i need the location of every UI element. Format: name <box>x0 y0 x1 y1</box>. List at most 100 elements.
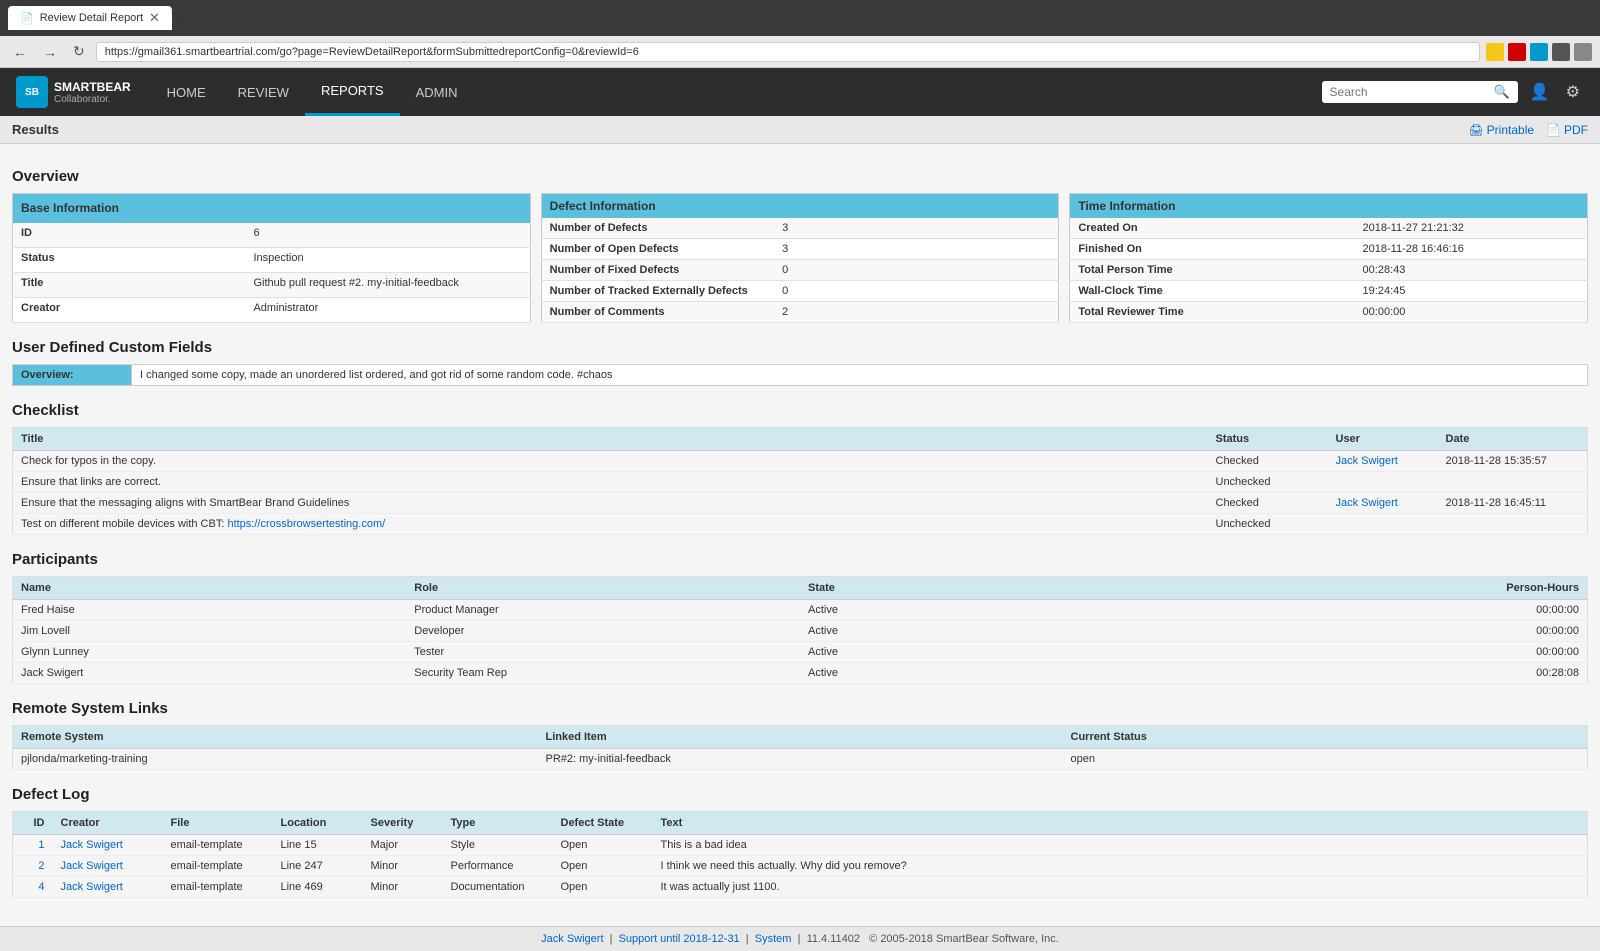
defect-creator-link[interactable]: Jack Swigert <box>61 839 123 851</box>
user-icon[interactable]: 👤 <box>1526 78 1554 106</box>
search-input[interactable] <box>1330 85 1490 99</box>
participant-name: Glynn Lunney <box>13 642 407 663</box>
time-info-table: Time Information Created On2018-11-27 21… <box>1069 193 1588 323</box>
field-label: ID <box>13 223 246 247</box>
forward-button[interactable]: → <box>38 42 62 62</box>
field-value: 0 <box>774 281 1059 302</box>
footer: Jack Swigert | Support until 2018-12-31 … <box>0 926 1600 951</box>
new-tab-button[interactable]: + <box>180 11 187 25</box>
footer-system-link[interactable]: System <box>755 933 792 945</box>
checklist-title-cell: Test on different mobile devices with CB… <box>13 514 1208 535</box>
checklist-date-cell: 2018-11-28 15:35:57 <box>1438 451 1588 472</box>
checklist-col-user: User <box>1328 428 1438 451</box>
footer-support-link[interactable]: Support until 2018-12-31 <box>619 933 740 945</box>
overview-section: Overview Base Information ID6 StatusInsp… <box>12 168 1588 323</box>
cbt-link[interactable]: https://crossbrowsertesting.com/ <box>227 518 385 530</box>
field-label: Wall-Clock Time <box>1070 281 1355 302</box>
table-row: Glynn Lunney Tester Active 00:00:00 <box>13 642 1588 663</box>
field-value: 2018-11-27 21:21:32 <box>1355 218 1588 239</box>
user-link[interactable]: Jack Swigert <box>1336 497 1398 509</box>
table-row: 4 Jack Swigert email-template Line 469 M… <box>13 877 1588 898</box>
defect-id-link[interactable]: 2 <box>38 860 44 872</box>
defect-file: email-template <box>163 856 273 877</box>
pdf-link[interactable]: 📄 PDF <box>1546 123 1588 137</box>
checklist-col-status: Status <box>1208 428 1328 451</box>
tab-close-button[interactable]: ✕ <box>149 10 160 26</box>
field-label: Total Person Time <box>1070 260 1355 281</box>
extension-icon-2[interactable] <box>1530 43 1548 61</box>
defect-file: email-template <box>163 877 273 898</box>
base-info-header: Base Information <box>13 194 531 223</box>
defect-id-link[interactable]: 1 <box>38 839 44 851</box>
defect-col-location: Location <box>273 812 363 835</box>
field-value: 6 <box>245 223 530 247</box>
defect-info-table: Defect Information Number of Defects3 Nu… <box>541 193 1060 323</box>
app-header: SB SMARTBEAR Collaborator. HOME REVIEW R… <box>0 68 1600 116</box>
table-row: StatusInspection <box>13 247 531 272</box>
back-button[interactable]: ← <box>8 42 32 62</box>
print-icon: 🖨 <box>1468 123 1483 137</box>
defect-log-title: Defect Log <box>12 786 1588 803</box>
header-right: 🔍 👤 ⚙ <box>1322 78 1584 106</box>
checklist-date-cell <box>1438 514 1588 535</box>
defect-state: Open <box>553 877 653 898</box>
custom-fields-section: User Defined Custom Fields Overview: I c… <box>12 339 1588 386</box>
search-box[interactable]: 🔍 <box>1322 81 1518 103</box>
nav-home[interactable]: HOME <box>151 68 222 116</box>
nav-admin[interactable]: ADMIN <box>400 68 474 116</box>
defect-creator: Jack Swigert <box>53 856 163 877</box>
defect-id: 2 <box>13 856 53 877</box>
checklist-section: Checklist Title Status User Date Check f… <box>12 402 1588 535</box>
nav-reports[interactable]: REPORTS <box>305 68 400 116</box>
defect-log-section: Defect Log ID Creator File Location Seve… <box>12 786 1588 898</box>
field-value: 2018-11-28 16:46:16 <box>1355 239 1588 260</box>
defect-creator-link[interactable]: Jack Swigert <box>61 881 123 893</box>
participant-hours: 00:28:08 <box>1194 663 1588 684</box>
checklist-title: Checklist <box>12 402 1588 419</box>
checklist-status-cell: Unchecked <box>1208 514 1328 535</box>
bookmark-icon[interactable] <box>1486 43 1504 61</box>
extension-icon-1[interactable] <box>1508 43 1526 61</box>
time-info-header: Time Information <box>1070 194 1588 219</box>
main-content: Overview Base Information ID6 StatusInsp… <box>0 144 1600 926</box>
table-row: Finished On2018-11-28 16:46:16 <box>1070 239 1588 260</box>
table-row: Number of Defects3 <box>541 218 1059 239</box>
defect-col-file: File <box>163 812 273 835</box>
search-button[interactable]: 🔍 <box>1494 84 1510 100</box>
participant-state: Active <box>800 621 1194 642</box>
checklist-status-cell: Unchecked <box>1208 472 1328 493</box>
participants-col-state: State <box>800 577 1194 600</box>
browser-tab[interactable]: 📄 Review Detail Report ✕ <box>8 6 172 30</box>
nav-review[interactable]: REVIEW <box>222 68 305 116</box>
table-row: Number of Open Defects3 <box>541 239 1059 260</box>
defect-type: Documentation <box>443 877 553 898</box>
browser-icons <box>1486 43 1592 61</box>
participant-state: Active <box>800 663 1194 684</box>
browser-nav: ← → ↻ <box>0 36 1600 68</box>
defect-id-link[interactable]: 4 <box>38 881 44 893</box>
defect-text: I think we need this actually. Why did y… <box>653 856 1588 877</box>
printable-link[interactable]: 🖨 Printable <box>1468 123 1534 137</box>
table-row: Fred Haise Product Manager Active 00:00:… <box>13 600 1588 621</box>
checklist-user-cell <box>1328 514 1438 535</box>
defect-col-text: Text <box>653 812 1588 835</box>
settings-icon[interactable]: ⚙ <box>1562 78 1584 106</box>
address-bar[interactable] <box>96 42 1480 62</box>
extension-icon-4[interactable] <box>1574 43 1592 61</box>
results-bar: Results 🖨 Printable 📄 PDF <box>0 116 1600 144</box>
defect-col-severity: Severity <box>363 812 443 835</box>
defect-creator-link[interactable]: Jack Swigert <box>61 860 123 872</box>
footer-user-link[interactable]: Jack Swigert <box>541 933 603 945</box>
participant-role: Security Team Rep <box>406 663 800 684</box>
reload-button[interactable]: ↻ <box>68 41 90 62</box>
table-row: Number of Comments2 <box>541 302 1059 323</box>
field-value: 0 <box>774 260 1059 281</box>
checklist-date-cell <box>1438 472 1588 493</box>
defect-info-header: Defect Information <box>541 194 1059 219</box>
tab-title: Review Detail Report <box>40 12 143 24</box>
user-link[interactable]: Jack Swigert <box>1336 455 1398 467</box>
defect-col-type: Type <box>443 812 553 835</box>
field-label: Total Reviewer Time <box>1070 302 1355 323</box>
remote-item: PR#2: my-initial-feedback <box>538 749 1063 770</box>
extension-icon-3[interactable] <box>1552 43 1570 61</box>
